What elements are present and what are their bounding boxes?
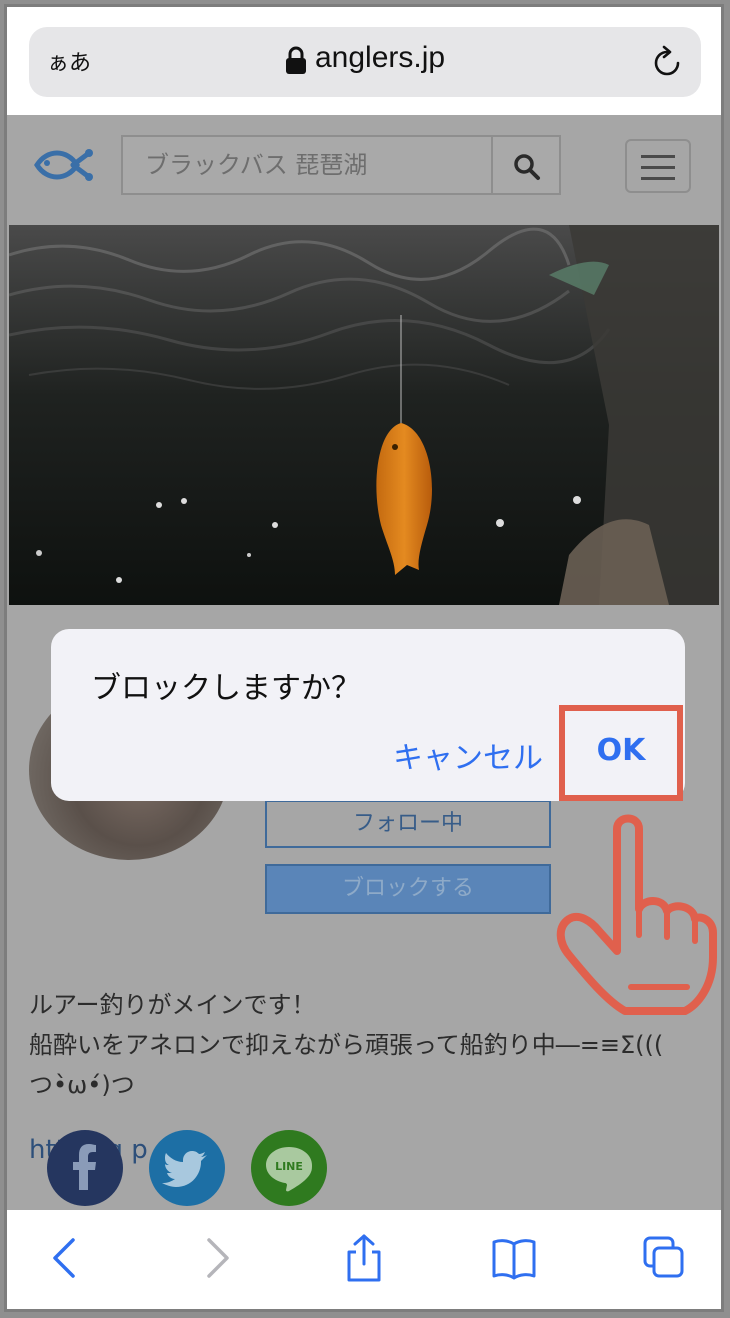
screenshot-frame: ぁあ anglers.jp ブラックバス 琵琶湖 フォロー中 ブロックする ルア…: [4, 4, 724, 1312]
hamburger-menu-button[interactable]: [625, 139, 691, 193]
twitter-icon: [162, 1151, 207, 1187]
follow-button[interactable]: フォロー中: [265, 800, 551, 848]
cancel-button[interactable]: キャンセル: [393, 733, 543, 777]
bio-line: つ•̀ω•́)つ: [29, 1071, 135, 1099]
block-confirm-dialog: ブロックしますか？ キャンセル OK: [51, 629, 685, 801]
site-logo-icon[interactable]: [33, 145, 95, 185]
bookmarks-icon[interactable]: [491, 1234, 537, 1282]
browser-bottom-toolbar: [7, 1210, 721, 1309]
menu-line: [641, 177, 675, 180]
cover-photo: [9, 225, 719, 605]
ok-button[interactable]: OK: [559, 705, 683, 801]
search-icon: [514, 154, 540, 180]
line-icon-label: LINE: [275, 1160, 303, 1173]
dialog-message: ブロックしますか？: [91, 671, 361, 706]
url-text[interactable]: anglers.jp: [315, 41, 445, 75]
block-button[interactable]: ブロックする: [265, 864, 551, 914]
browser-top-bar: ぁあ anglers.jp: [7, 7, 721, 115]
lock-icon: [286, 46, 306, 74]
menu-line: [641, 166, 675, 169]
search-button[interactable]: [493, 135, 561, 195]
text-size-button[interactable]: ぁあ: [47, 45, 91, 77]
facebook-share-button[interactable]: [47, 1130, 123, 1206]
share-icon[interactable]: [341, 1234, 387, 1282]
ok-button-label: OK: [596, 733, 646, 768]
twitter-share-button[interactable]: [149, 1130, 225, 1206]
menu-line: [641, 155, 675, 158]
forward-icon[interactable]: [193, 1234, 239, 1282]
line-icon: LINE: [266, 1147, 312, 1192]
line-share-button[interactable]: LINE: [251, 1130, 327, 1206]
facebook-icon: [73, 1144, 96, 1190]
reload-icon[interactable]: [651, 45, 683, 79]
pointing-hand-icon: [556, 814, 717, 1015]
search-input[interactable]: ブラックバス 琵琶湖: [121, 135, 493, 195]
bio-line: 船酔いをアネロンで抑えながら頑張って船釣り中―=≡Σ(((: [29, 1031, 664, 1059]
tabs-icon[interactable]: [641, 1234, 687, 1282]
address-bar[interactable]: ぁあ anglers.jp: [29, 27, 701, 97]
back-icon[interactable]: [43, 1234, 89, 1282]
